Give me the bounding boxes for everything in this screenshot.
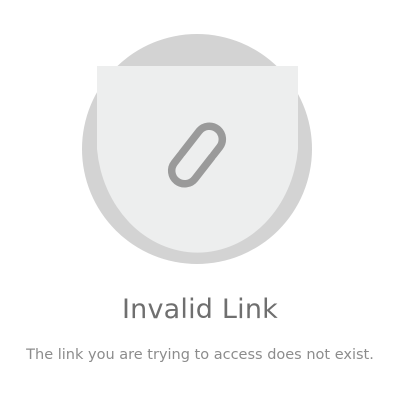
- error-title: Invalid Link: [121, 294, 278, 325]
- error-illustration: [0, 0, 400, 280]
- illustration-graphic: [82, 34, 312, 264]
- error-message: The link you are trying to access does n…: [26, 347, 374, 363]
